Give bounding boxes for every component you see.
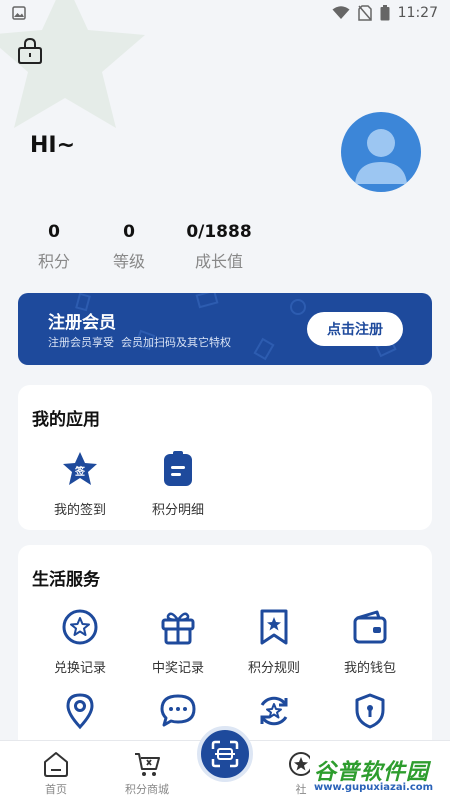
service-item-label: 兑换记录 bbox=[53, 661, 106, 676]
watermark: 谷普软件园 www.gupuxiazai.com bbox=[310, 752, 450, 800]
points-label: 积分 bbox=[37, 252, 70, 271]
app-item-points-detail[interactable]: 积分明细 bbox=[126, 449, 230, 518]
service-item-points-rules[interactable]: 积分规则 bbox=[222, 607, 326, 676]
bookmark-star-icon bbox=[260, 609, 288, 645]
nav-item-label: 积分商城 bbox=[125, 783, 169, 796]
app-item-label: 积分明细 bbox=[151, 503, 204, 518]
app-item-label: 我的签到 bbox=[53, 503, 106, 518]
avatar[interactable] bbox=[341, 112, 421, 192]
nav-item-home[interactable]: 首页 bbox=[11, 741, 101, 800]
user-stats: 0 积分 0 等级 0/1888 成长值 bbox=[24, 220, 264, 272]
refresh-star-icon bbox=[260, 696, 288, 726]
clipboard-list-icon bbox=[164, 451, 192, 486]
service-item-label: 积分规则 bbox=[247, 661, 300, 676]
growth-label: 成长值 bbox=[194, 252, 243, 271]
service-item-exchange-records[interactable]: 兑换记录 bbox=[28, 607, 132, 676]
growth-stat[interactable]: 0/1888 成长值 bbox=[174, 220, 264, 272]
nav-item-points-mall[interactable]: 积分商城 bbox=[102, 741, 192, 800]
battery-icon bbox=[380, 5, 390, 21]
service-item-label: 我的钱包 bbox=[343, 661, 396, 676]
lock-icon bbox=[18, 37, 42, 64]
cart-icon bbox=[135, 753, 160, 776]
service-item-label: 中奖记录 bbox=[151, 661, 204, 676]
my-apps-title: 我的应用 bbox=[32, 410, 100, 430]
star-circle-icon bbox=[62, 609, 98, 645]
level-stat[interactable]: 0 等级 bbox=[84, 220, 174, 272]
chat-bubble-icon bbox=[160, 694, 196, 727]
app-item-sign-in[interactable]: 签 我的签到 bbox=[28, 449, 132, 518]
nav-item-label: 首页 bbox=[45, 783, 67, 796]
member-subtitle: 注册会员享受 会员加扫码及其它特权 bbox=[48, 336, 231, 349]
member-title: 注册会员 bbox=[48, 313, 116, 333]
service-item-my-wallet[interactable]: 我的钱包 bbox=[318, 607, 422, 676]
wallet-icon bbox=[353, 610, 387, 644]
my-apps-card: 我的应用 签 我的签到 积分明细 bbox=[18, 385, 432, 530]
life-services-title: 生活服务 bbox=[32, 570, 100, 590]
lock-button[interactable] bbox=[16, 36, 44, 66]
sign-in-star-icon: 签 bbox=[63, 452, 97, 485]
watermark-url: www.gupuxiazai.com bbox=[314, 782, 434, 793]
points-stat[interactable]: 0 积分 bbox=[24, 220, 84, 272]
scan-button[interactable] bbox=[197, 726, 253, 782]
register-button[interactable]: 点击注册 bbox=[307, 312, 403, 346]
image-notification-icon bbox=[12, 6, 26, 20]
points-value: 0 bbox=[48, 222, 60, 242]
growth-value: 0/1888 bbox=[186, 222, 252, 242]
member-banner: 注册会员 注册会员享受 会员加扫码及其它特权 点击注册 bbox=[18, 293, 432, 365]
service-item-location[interactable] bbox=[28, 691, 132, 741]
location-pin-icon bbox=[66, 693, 94, 730]
level-value: 0 bbox=[123, 222, 135, 242]
shield-lock-icon bbox=[355, 693, 385, 729]
service-item-security[interactable] bbox=[318, 691, 422, 741]
status-time: 11:27 bbox=[397, 5, 438, 21]
greeting-text: HI~ bbox=[30, 133, 76, 158]
home-icon bbox=[44, 752, 68, 777]
status-bar: 11:27 bbox=[0, 0, 450, 26]
gift-icon bbox=[161, 612, 195, 645]
level-label: 等级 bbox=[112, 252, 145, 271]
svg-text:签: 签 bbox=[74, 465, 86, 478]
user-avatar-icon bbox=[355, 129, 407, 184]
no-sim-icon bbox=[357, 5, 372, 21]
scan-icon bbox=[211, 740, 239, 768]
wifi-icon bbox=[332, 6, 350, 19]
service-item-prize-records[interactable]: 中奖记录 bbox=[126, 607, 230, 676]
